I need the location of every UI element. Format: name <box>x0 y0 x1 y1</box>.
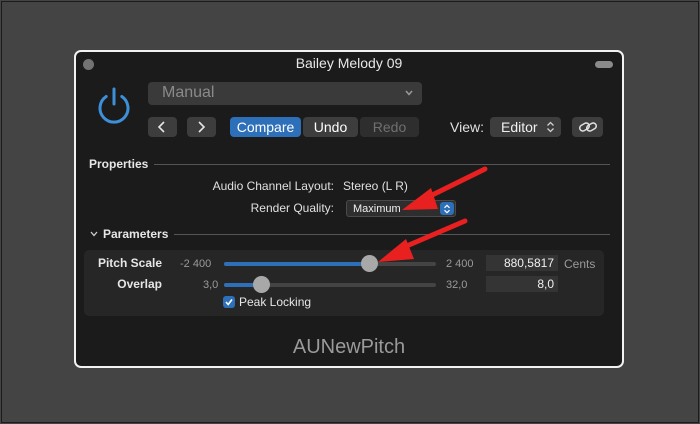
link-icon <box>579 122 597 132</box>
properties-section-label: Properties <box>89 157 149 171</box>
pitch-slider-fill <box>224 262 369 266</box>
overlap-label: Overlap <box>117 277 162 291</box>
preset-value: Manual <box>162 84 215 101</box>
next-preset-button[interactable] <box>187 117 216 137</box>
overlap-max-label: 32,0 <box>446 279 468 291</box>
plugin-window: Bailey Melody 09 Manual Compare Undo Red… <box>74 50 624 368</box>
window-title: Bailey Melody 09 <box>295 55 403 71</box>
power-icon <box>98 87 130 124</box>
pitch-scale-label: Pitch Scale <box>97 256 162 270</box>
channel-layout-value: Stereo (L R) <box>343 179 408 193</box>
render-quality-value: Maximum <box>353 203 401 215</box>
link-button[interactable] <box>572 117 603 137</box>
overlap-value-field[interactable]: 8,0 <box>486 276 558 292</box>
undo-button[interactable]: Undo <box>303 117 358 137</box>
disclosure-chevron-icon[interactable] <box>90 231 98 237</box>
up-down-chevron-icon <box>444 204 450 214</box>
overlap-min-label: 3,0 <box>203 279 219 291</box>
previous-preset-button[interactable] <box>148 117 177 137</box>
pitch-slider-knob[interactable] <box>360 255 378 272</box>
peak-locking-label: Peak Locking <box>239 295 312 309</box>
pitch-min-label: -2 400 <box>180 258 212 270</box>
render-quality-label: Render Quality: <box>250 201 334 215</box>
pitch-unit-label: Cents <box>564 257 596 271</box>
pitch-slider[interactable] <box>224 255 436 272</box>
chevron-left-icon <box>157 121 165 133</box>
compare-button[interactable]: Compare <box>230 117 301 137</box>
properties-divider <box>154 164 610 165</box>
preset-dropdown[interactable]: Manual <box>148 82 422 105</box>
render-quality-dropdown[interactable]: Maximum <box>346 200 456 217</box>
view-label: View: <box>450 119 484 135</box>
power-button[interactable] <box>94 86 134 126</box>
view-value: Editor <box>501 119 538 135</box>
parameters-section-label: Parameters <box>103 227 169 241</box>
window-pill-button[interactable] <box>595 61 613 68</box>
channel-layout-label: Audio Channel Layout: <box>212 179 334 193</box>
view-dropdown[interactable]: Editor <box>490 117 561 137</box>
checkmark-icon <box>225 299 233 306</box>
parameters-divider <box>174 234 610 235</box>
overlap-slider[interactable] <box>224 276 436 293</box>
peak-locking-checkbox[interactable] <box>223 296 235 308</box>
pitch-value-field[interactable]: 880,5817 <box>486 255 558 271</box>
chevron-down-icon <box>405 90 413 96</box>
chevron-right-icon <box>198 121 206 133</box>
overlap-slider-knob[interactable] <box>252 276 270 293</box>
render-quality-stepper <box>440 202 454 215</box>
pitch-max-label: 2 400 <box>446 258 474 270</box>
title-bar[interactable]: Bailey Melody 09 <box>76 52 622 76</box>
up-down-chevron-icon <box>547 121 554 133</box>
plugin-name: AUNewPitch <box>292 336 406 358</box>
redo-button[interactable]: Redo <box>360 117 419 137</box>
